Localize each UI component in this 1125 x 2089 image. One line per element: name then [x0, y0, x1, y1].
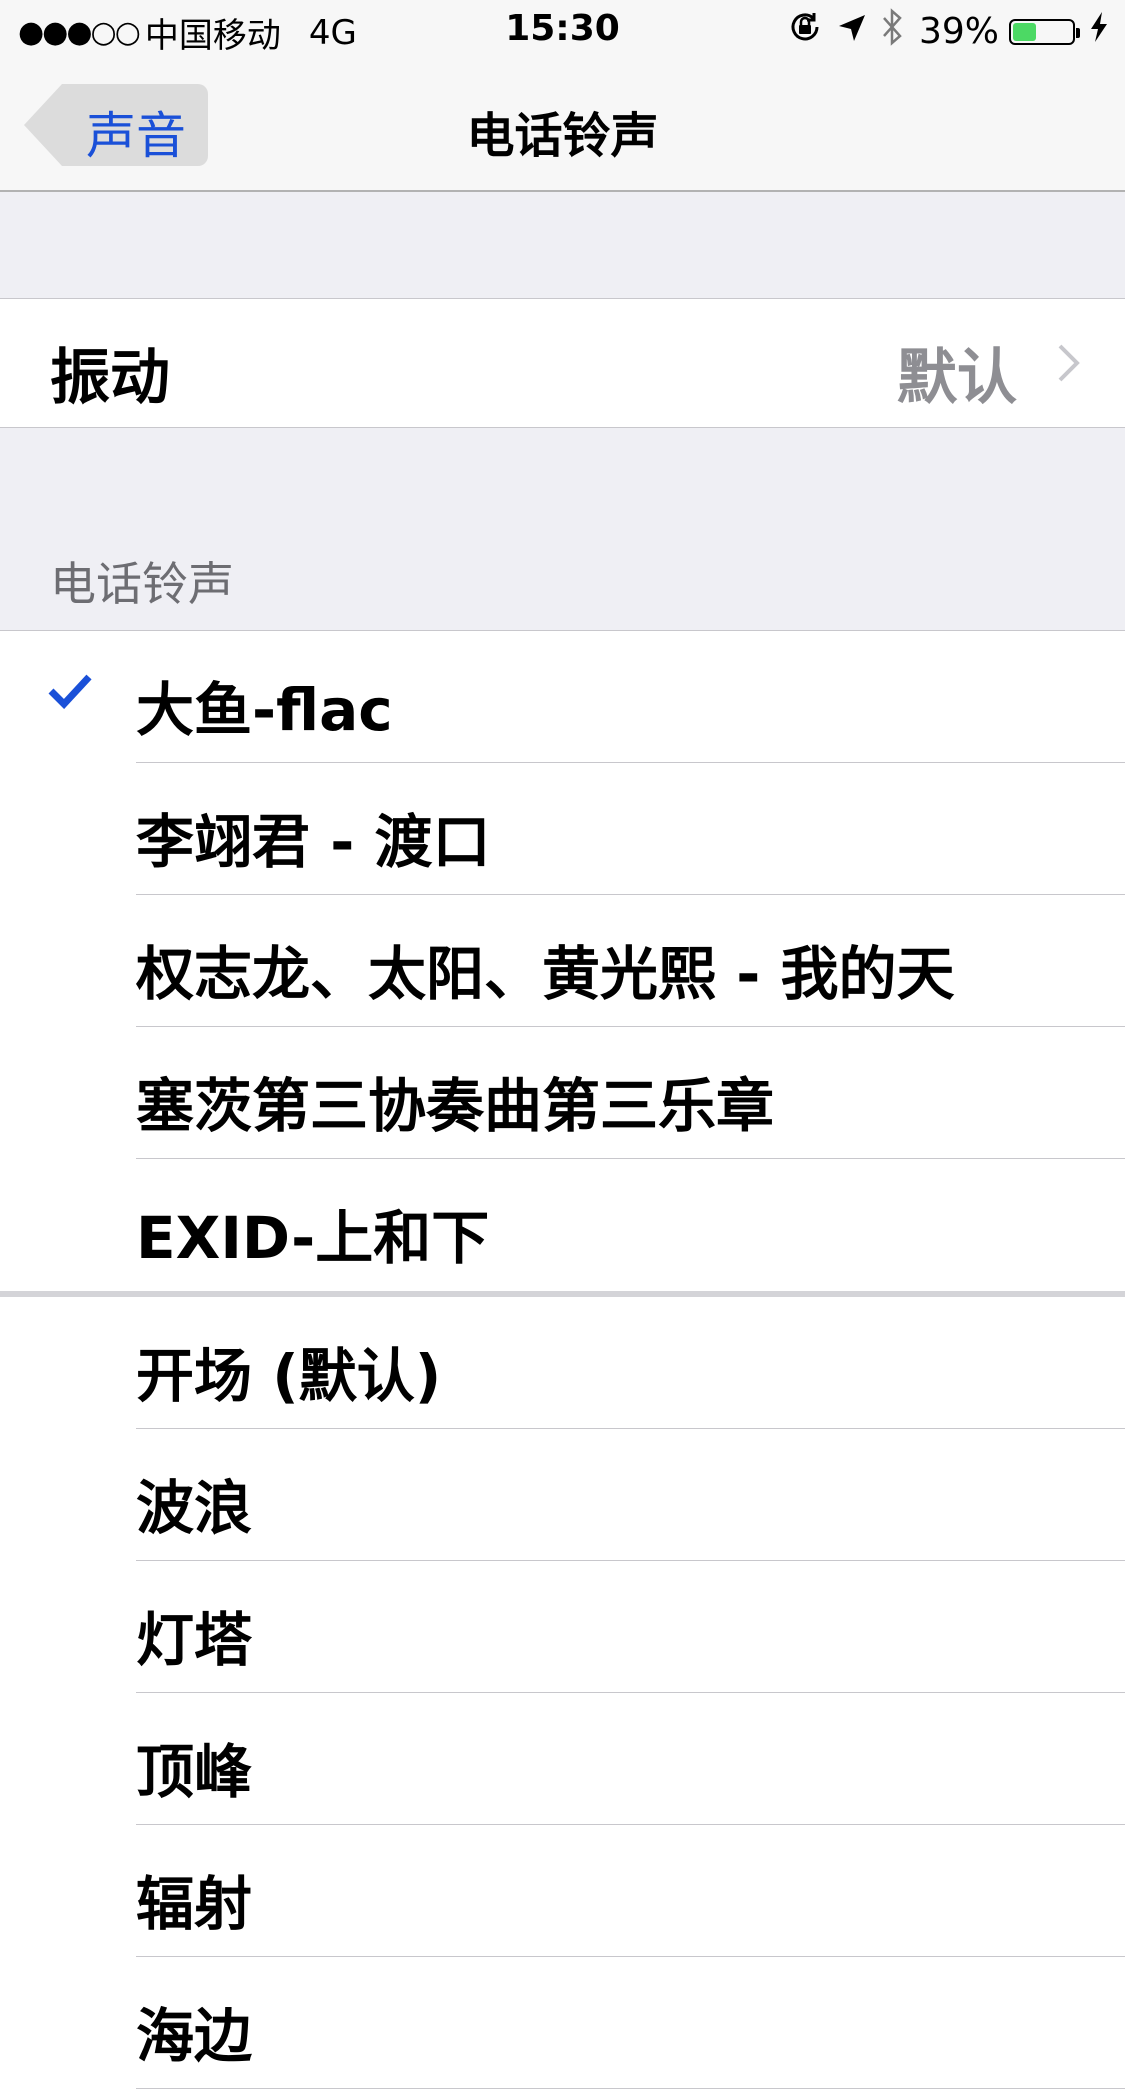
ringtone-label: 权志龙、太阳、黄光熙 - 我的天: [136, 940, 955, 1008]
vibration-row[interactable]: 振动 默认: [0, 299, 1125, 427]
ringtone-row[interactable]: 海边: [0, 1957, 1125, 2089]
ringtone-row[interactable]: 李翊君 - 渡口: [0, 763, 1125, 895]
ringtone-list: 大鱼-flac 李翊君 - 渡口权志龙、太阳、黄光熙 - 我的天 塞茨第三协奏曲第三…: [0, 630, 1125, 2089]
vibration-group: 振动 默认: [0, 298, 1125, 428]
ringtone-label: 李翊君 - 渡口: [136, 808, 491, 876]
ringtone-label: 海边: [136, 2002, 253, 2070]
chevron-right-icon: [1058, 344, 1080, 382]
ringtone-row[interactable]: 权志龙、太阳、黄光熙 - 我的天: [0, 895, 1125, 1027]
ringtone-label: 开场 (默认): [136, 1342, 442, 1410]
ringtone-label: 灯塔: [136, 1606, 253, 1674]
ringtone-row[interactable]: 辐射: [0, 1825, 1125, 1957]
section-header: 电话铃声: [50, 557, 234, 611]
ringtone-row[interactable]: 塞茨第三协奏曲第三乐章: [0, 1027, 1125, 1159]
status-bar: ●●●○○ 中国移动 4G 15:30 39%: [0, 0, 1125, 60]
ringtone-label: 大鱼-flac: [136, 676, 393, 744]
checkmark-icon: [48, 674, 92, 709]
battery-tip: [1076, 27, 1080, 38]
builtin-ringtone-group: 开场 (默认) 波浪灯塔顶峰辐射海边: [0, 1297, 1125, 2089]
page-title: 电话铃声: [466, 108, 659, 164]
vibration-label: 振动: [50, 343, 170, 413]
ringtone-label: 波浪: [136, 1474, 253, 1542]
ringtone-row[interactable]: EXID-上和下: [0, 1159, 1125, 1291]
ringtone-row[interactable]: 大鱼-flac: [0, 631, 1125, 763]
ringtone-label: EXID-上和下: [136, 1204, 490, 1272]
rotation-lock-icon: [787, 9, 823, 54]
ringtone-label: 辐射: [136, 1870, 253, 1938]
custom-ringtone-group: 大鱼-flac 李翊君 - 渡口权志龙、太阳、黄光熙 - 我的天 塞茨第三协奏曲第三…: [0, 631, 1125, 1291]
ringtone-label: 顶峰: [136, 1738, 253, 1806]
ringtone-row[interactable]: 顶峰: [0, 1693, 1125, 1825]
battery-icon: [1009, 18, 1080, 45]
battery-fill: [1013, 22, 1036, 41]
vibration-value: 默认: [897, 343, 1017, 413]
battery-percent: 39%: [918, 11, 999, 52]
charging-bolt-icon: [1089, 11, 1109, 52]
status-right: 39%: [773, 8, 1109, 55]
ringtone-label: 塞茨第三协奏曲第三乐章: [136, 1072, 775, 1140]
ringtone-row[interactable]: 开场 (默认): [0, 1297, 1125, 1429]
ringtone-row[interactable]: 波浪: [0, 1429, 1125, 1561]
ringtone-row[interactable]: 灯塔: [0, 1561, 1125, 1693]
location-arrow-icon: [837, 11, 867, 52]
bluetooth-icon: [881, 8, 905, 55]
navigation-bar: 声音 电话铃声: [0, 60, 1125, 192]
